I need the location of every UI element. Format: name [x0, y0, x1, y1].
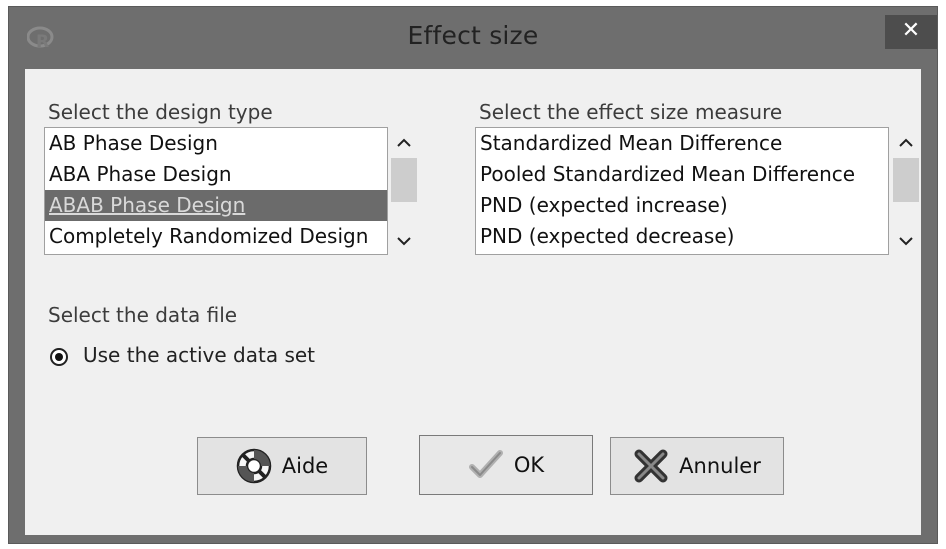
cancel-button[interactable]: Annuler	[610, 437, 784, 495]
list-item[interactable]: Standardized Mean Difference	[476, 128, 888, 159]
title-bar[interactable]: R Effect size ✕	[9, 7, 937, 67]
dialog-window: R Effect size ✕ Select the design type A…	[8, 6, 938, 544]
list-item-selected[interactable]: ABAB Phase Design	[45, 190, 387, 221]
cancel-button-label: Annuler	[679, 454, 761, 478]
scroll-up-icon[interactable]	[389, 133, 419, 153]
data-file-label: Select the data file	[48, 303, 238, 327]
ok-button-label: OK	[513, 453, 545, 477]
ok-button[interactable]: OK	[419, 435, 593, 495]
design-type-label: Select the design type	[48, 100, 273, 124]
list-item[interactable]: ABA Phase Design	[45, 159, 387, 190]
effect-measure-listbox[interactable]: Standardized Mean Difference Pooled Stan…	[475, 127, 889, 255]
close-button[interactable]: ✕	[885, 15, 937, 49]
scrollbar-thumb[interactable]	[391, 158, 417, 202]
list-item[interactable]: PND (expected increase)	[476, 190, 888, 221]
list-item[interactable]: Completely Randomized Design	[45, 221, 387, 252]
help-button[interactable]: Aide	[197, 437, 367, 495]
active-dataset-option-label[interactable]: Use the active data set	[83, 343, 315, 367]
effect-measure-scrollbar[interactable]	[891, 127, 921, 253]
design-type-listbox[interactable]: AB Phase Design ABA Phase Design ABAB Ph…	[44, 127, 388, 255]
checkmark-icon	[468, 450, 503, 478]
x-mark-icon	[634, 449, 668, 483]
scroll-down-icon[interactable]	[891, 231, 921, 251]
window-title: Effect size	[407, 21, 539, 50]
lifebuoy-icon	[236, 448, 272, 484]
scroll-down-icon[interactable]	[389, 231, 419, 251]
list-item[interactable]: Pooled Standardized Mean Difference	[476, 159, 888, 190]
scrollbar-thumb[interactable]	[893, 158, 919, 202]
active-dataset-radio[interactable]	[50, 348, 68, 366]
radio-dot	[55, 353, 63, 361]
help-button-label: Aide	[281, 454, 329, 478]
design-type-scrollbar[interactable]	[389, 127, 419, 253]
scroll-up-icon[interactable]	[891, 133, 921, 153]
effect-measure-label: Select the effect size measure	[479, 100, 783, 124]
dialog-body: Select the design type AB Phase Design A…	[25, 69, 921, 535]
list-item[interactable]: AB Phase Design	[45, 128, 387, 159]
list-item[interactable]: PND (expected decrease)	[476, 221, 888, 252]
